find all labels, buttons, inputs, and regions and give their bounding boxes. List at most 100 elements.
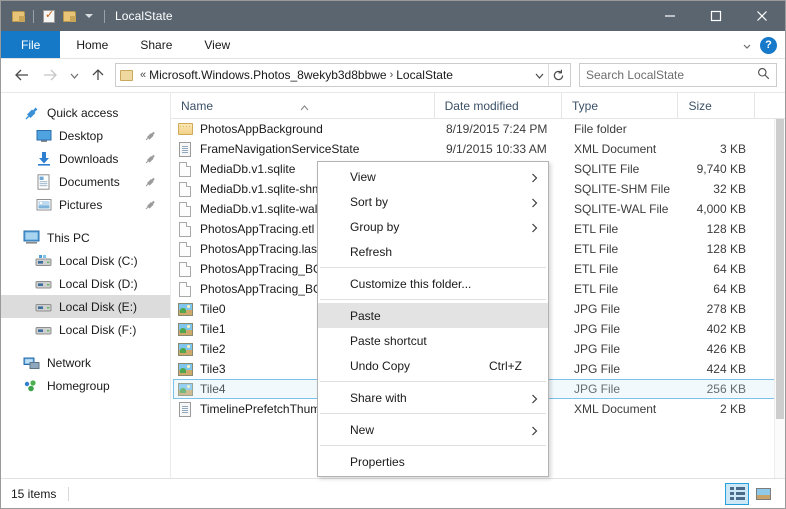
file-type-cell: XML Document	[574, 142, 657, 156]
breadcrumb-overflow-icon[interactable]: «	[137, 69, 149, 81]
file-type-cell: JPG File	[574, 342, 621, 356]
tab-view[interactable]: View	[188, 31, 246, 58]
sidebar-item-label: Local Disk (C:)	[59, 253, 138, 268]
context-menu-item[interactable]: View	[318, 164, 548, 189]
breadcrumb-localstate[interactable]: LocalState	[396, 68, 453, 82]
system-drive-icon	[35, 253, 52, 269]
sidebar-item-local-disk-d[interactable]: Local Disk (D:)	[1, 272, 170, 295]
column-header-date-modified[interactable]: Date modified	[435, 93, 563, 119]
context-menu-item[interactable]: New	[318, 417, 548, 442]
up-button[interactable]	[85, 62, 111, 88]
table-row[interactable]: PhotosAppBackground 8/19/2015 7:24 PM File…	[171, 119, 785, 139]
help-icon[interactable]: ?	[760, 36, 777, 54]
close-icon[interactable]	[739, 1, 785, 31]
pin-icon[interactable]	[145, 199, 156, 210]
expand-ribbon-chevron-down-icon[interactable]	[742, 40, 752, 50]
sidebar-item-quick-access[interactable]: Quick access	[1, 101, 170, 124]
column-header-size[interactable]: Size	[678, 93, 756, 119]
file-date-cell: 8/19/2015 7:24 PM	[446, 122, 548, 136]
new-folder-icon[interactable]	[60, 7, 78, 25]
drive-icon	[35, 322, 52, 338]
recent-locations-chevron-down-icon[interactable]	[65, 62, 83, 88]
jpg-file-icon	[177, 301, 193, 317]
pin-icon[interactable]	[145, 130, 156, 141]
customize-qat-chevron-down-icon[interactable]	[80, 7, 98, 25]
context-menu-item[interactable]: Undo Copy Ctrl+Z	[318, 353, 548, 378]
sidebar-item-local-disk-e[interactable]: Local Disk (E:)	[1, 295, 170, 318]
context-menu-shortcut: Ctrl+Z	[489, 358, 522, 373]
sidebar-item-local-disk-c[interactable]: Local Disk (C:)	[1, 249, 170, 272]
sidebar-item-downloads[interactable]: Downloads	[1, 147, 170, 170]
table-row[interactable]: FrameNavigationServiceState 9/1/2015 10:3…	[171, 139, 785, 159]
jpg-file-icon	[177, 361, 193, 377]
file-type-cell: ETL File	[574, 282, 619, 296]
sidebar-item-local-disk-f[interactable]: Local Disk (F:)	[1, 318, 170, 341]
generic-file-icon	[177, 221, 193, 237]
tab-share[interactable]: Share	[124, 31, 188, 58]
generic-file-icon	[177, 161, 193, 177]
sidebar-item-documents[interactable]: Documents	[1, 170, 170, 193]
folder-properties-icon[interactable]	[9, 7, 27, 25]
sidebar-item-label: Documents	[59, 174, 120, 189]
vertical-scrollbar[interactable]	[774, 119, 785, 478]
properties-check-icon[interactable]	[40, 7, 58, 25]
column-header-blank	[755, 93, 785, 119]
sidebar-item-this-pc[interactable]: This PC	[1, 226, 170, 249]
xml-file-icon	[177, 401, 193, 417]
context-menu-separator	[320, 445, 546, 446]
ribbon-right-controls: ?	[742, 31, 785, 59]
large-icons-view-button[interactable]	[751, 483, 775, 505]
context-menu-item[interactable]: Paste	[318, 303, 548, 328]
search-box[interactable]	[579, 63, 777, 87]
pin-icon[interactable]	[145, 153, 156, 164]
drive-icon	[35, 276, 52, 292]
column-header-name[interactable]: Name	[171, 93, 435, 119]
file-type-cell: SQLITE-SHM File	[574, 182, 671, 196]
back-button[interactable]	[9, 62, 35, 88]
column-header-type[interactable]: Type	[562, 93, 679, 119]
generic-file-icon	[177, 201, 193, 217]
file-size-cell: 426 KB	[706, 342, 746, 356]
file-name-label: PhotosAppTracing.etl	[200, 222, 315, 236]
address-dropdown-chevron-down-icon[interactable]	[530, 64, 548, 86]
minimize-icon[interactable]	[647, 1, 693, 31]
tab-home[interactable]: Home	[60, 31, 124, 58]
sidebar-item-homegroup[interactable]: Homegroup	[1, 374, 170, 397]
forward-button[interactable]	[37, 62, 63, 88]
file-name-label: Tile0	[200, 302, 226, 316]
details-view-icon	[729, 487, 745, 500]
qat-divider-2	[104, 9, 105, 23]
sidebar-item-pictures[interactable]: Pictures	[1, 193, 170, 216]
file-name-label: Tile3	[200, 362, 226, 376]
maximize-icon[interactable]	[693, 1, 739, 31]
context-menu-item[interactable]: Refresh	[318, 239, 548, 264]
breadcrumb-package[interactable]: Microsoft.Windows.Photos_8wekyb3d8bbwe	[149, 68, 386, 82]
file-date-cell: 9/1/2015 10:33 AM	[446, 142, 547, 156]
refresh-icon[interactable]	[548, 64, 568, 86]
file-type-cell: JPG File	[574, 322, 621, 336]
context-menu-item[interactable]: Group by	[318, 214, 548, 239]
context-menu-item[interactable]: Properties	[318, 449, 548, 474]
context-menu-item-label: View	[350, 169, 376, 184]
context-menu-item[interactable]: Share with	[318, 385, 548, 410]
sidebar-item-network[interactable]: Network	[1, 351, 170, 374]
context-menu-item[interactable]: Sort by	[318, 189, 548, 214]
file-name-label: MediaDb.v1.sqlite-wal	[200, 202, 318, 216]
sidebar-gap-1	[1, 216, 170, 226]
generic-file-icon	[177, 281, 193, 297]
generic-file-icon	[177, 181, 193, 197]
scrollbar-thumb[interactable]	[776, 119, 784, 419]
pin-icon[interactable]	[145, 176, 156, 187]
file-size-cell: 64 KB	[713, 262, 746, 276]
file-type-cell: XML Document	[574, 402, 657, 416]
file-type-cell: JPG File	[574, 362, 621, 376]
search-input[interactable]	[586, 68, 757, 82]
context-menu-item[interactable]: Paste shortcut	[318, 328, 548, 353]
tab-file[interactable]: File	[1, 31, 61, 58]
jpg-file-icon	[177, 321, 193, 337]
details-view-button[interactable]	[725, 482, 749, 505]
sidebar-item-desktop[interactable]: Desktop	[1, 124, 170, 147]
address-bar[interactable]: « Microsoft.Windows.Photos_8wekyb3d8bbwe…	[115, 63, 571, 87]
item-count-label: 15 items	[11, 486, 57, 501]
context-menu-item[interactable]: Customize this folder...	[318, 271, 548, 296]
